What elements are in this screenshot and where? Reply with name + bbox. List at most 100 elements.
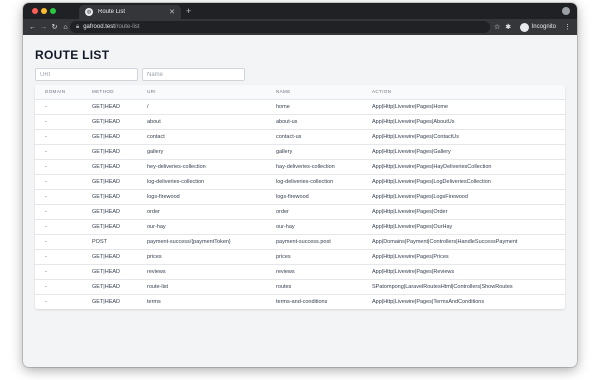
cell-name: home — [266, 99, 362, 115]
cell-method: GET|HEAD — [82, 204, 137, 220]
puzzle-icon[interactable]: ✱ — [503, 24, 514, 31]
table-row: - GET|HEAD logs-firewood logs-firewood App|H… — [35, 189, 565, 205]
route-table-body: - GET|HEAD / home App|Http|Livewire|Pages|Ho… — [35, 99, 565, 309]
reload-icon[interactable]: ↻ — [49, 24, 60, 31]
cell-method: GET|HEAD — [82, 129, 137, 145]
cell-action: App|Http|Livewire|Pages|Reviews — [362, 264, 565, 280]
minimize-window-button[interactable] — [41, 8, 47, 14]
cell-uri: order — [137, 204, 266, 220]
maximize-window-button[interactable] — [50, 8, 56, 14]
cell-method: GET|HEAD — [82, 249, 137, 265]
incognito-label: Incognito — [531, 24, 556, 30]
browser-window: ◍ Route List ✕ + ← → ↻ ⌂ 🔒︎ gafrood.test… — [23, 3, 577, 367]
cell-domain: - — [35, 99, 82, 115]
cell-uri: logs-firewood — [137, 189, 266, 205]
table-row: - GET|HEAD prices prices App|Http|Livewire|P… — [35, 249, 565, 265]
cell-name: reviews — [266, 264, 362, 280]
table-row: - GET|HEAD about about-us App|Http|Livewire|… — [35, 114, 565, 130]
cell-name: hay-deliveries-collection — [266, 159, 362, 175]
cell-name: about-us — [266, 114, 362, 130]
url-path: /route-list — [114, 24, 140, 30]
cell-name: payment-success.post — [266, 234, 362, 250]
cell-domain: - — [35, 279, 82, 295]
cell-method: GET|HEAD — [82, 144, 137, 160]
cell-method: GET|HEAD — [82, 189, 137, 205]
cell-domain: - — [35, 159, 82, 175]
column-header-domain: DOMAIN — [35, 85, 82, 100]
cell-method: GET|HEAD — [82, 174, 137, 190]
lock-icon[interactable]: 🔒︎ — [76, 24, 79, 31]
cell-domain: - — [35, 189, 82, 205]
cell-action: App|Http|Livewire|Pages|Prices — [362, 249, 565, 265]
cell-uri: prices — [137, 249, 266, 265]
address-bar[interactable]: 🔒︎ gafrood.test /route-list — [70, 21, 490, 33]
cell-domain: - — [35, 129, 82, 145]
cell-name: log-deliveries-collection — [266, 174, 362, 190]
cell-uri: payment-success/{paymentToken} — [137, 234, 266, 250]
cell-uri: terms — [147, 298, 161, 305]
table-row: - GET|HEAD / home App|Http|Livewire|Pages|Ho… — [35, 99, 565, 115]
kebab-menu-icon[interactable]: ⋮ — [562, 24, 573, 31]
cell-domain: - — [35, 219, 82, 235]
route-table: DOMAIN METHOD URI NAME ACTION - GET|HEAD /… — [35, 85, 565, 309]
cell-method: GET|HEAD — [82, 279, 137, 295]
cell-method: GET|HEAD — [92, 298, 121, 305]
cell-action: App|Http|Livewire|Pages|OurHay — [362, 219, 565, 235]
cell-domain: - — [35, 114, 82, 130]
cell-method: GET|HEAD — [82, 159, 137, 175]
cell-action: SPatompong|LaravelRoutesHtml|Controllers… — [362, 279, 565, 295]
cell-action: App|Http|Livewire|Pages|Order — [362, 204, 565, 220]
cell-action: App|Http|Livewire|Pages|Home — [362, 99, 565, 115]
table-row: - GET|HEAD our-hay our-hay App|Http|Livewire… — [35, 219, 565, 235]
cell-domain: - — [35, 234, 82, 250]
cell-domain: - — [35, 264, 82, 280]
globe-icon: ◍ — [85, 8, 93, 16]
cell-name: routes — [266, 279, 362, 295]
cell-method: GET|HEAD — [82, 99, 137, 115]
cell-action: App|Http|Livewire|Pages|LogDeliveriesCol… — [362, 174, 565, 190]
cell-name: gallery — [266, 144, 362, 160]
cell-name: our-hay — [266, 219, 362, 235]
close-icon[interactable]: ✕ — [169, 9, 175, 16]
cell-domain: - — [45, 298, 47, 305]
profile-icon[interactable] — [562, 7, 570, 15]
cell-uri: contact — [137, 129, 266, 145]
toolbar-actions: ☆ ✱ Incognito ⋮ — [492, 21, 573, 33]
cell-domain: - — [35, 144, 82, 160]
cell-uri: hey-deliveries-collection — [137, 159, 266, 175]
browser-tab[interactable]: ◍ Route List ✕ — [79, 5, 181, 19]
table-row: - GET|HEAD reviews reviews App|Http|Livewire… — [35, 264, 565, 280]
cell-action: App|Http|Livewire|Pages|ContactUs — [362, 129, 565, 145]
filter-bar — [35, 68, 565, 81]
table-row: - GET|HEAD gallery gallery App|Http|Livewire… — [35, 144, 565, 160]
cell-action: App|Http|Livewire|Pages|HayDeliveriesCol… — [362, 159, 565, 175]
cell-action: App|Http|Livewire|Pages|AboutUs — [362, 114, 565, 130]
column-header-method: METHOD — [82, 85, 137, 100]
cell-name: order — [266, 204, 362, 220]
arrow-left-icon[interactable]: ← — [27, 24, 38, 31]
table-row: - POST payment-success/{paymentToken} payme… — [35, 234, 565, 250]
page-content: ROUTE LIST DOMAIN METHOD URI NAME ACTION — [23, 35, 577, 367]
cell-action: App|Http|Livewire|Pages|Gallery — [362, 144, 565, 160]
table-row: - GET|HEAD route-list routes SPatompong|Lara… — [35, 279, 565, 295]
cell-domain: - — [35, 204, 82, 220]
table-header-row: DOMAIN METHOD URI NAME ACTION — [35, 85, 565, 100]
close-window-button[interactable] — [32, 8, 38, 14]
uri-filter-input[interactable] — [35, 68, 138, 81]
cell-name: terms-and-conditions — [276, 298, 328, 305]
cell-action: App|Http|Livewire|Pages|TermsAndConditio… — [372, 298, 485, 305]
table-row: - GET|HEAD terms terms-and-conditions App|Ht… — [35, 294, 565, 309]
tab-title: Route List — [98, 9, 126, 15]
cell-uri: our-hay — [137, 219, 266, 235]
incognito-badge[interactable]: Incognito — [517, 22, 559, 33]
star-icon[interactable]: ☆ — [492, 24, 503, 31]
cell-method: GET|HEAD — [82, 219, 137, 235]
table-row: - GET|HEAD contact contact-us App|Http|Livew… — [35, 129, 565, 145]
name-filter-input[interactable] — [142, 68, 245, 81]
cell-method: GET|HEAD — [82, 264, 137, 280]
route-table-card: DOMAIN METHOD URI NAME ACTION - GET|HEAD /… — [35, 85, 565, 309]
cell-domain: - — [35, 174, 82, 190]
arrow-right-icon[interactable]: → — [38, 24, 49, 31]
new-tab-icon[interactable]: + — [186, 5, 191, 17]
cell-name: logs-firewood — [266, 189, 362, 205]
